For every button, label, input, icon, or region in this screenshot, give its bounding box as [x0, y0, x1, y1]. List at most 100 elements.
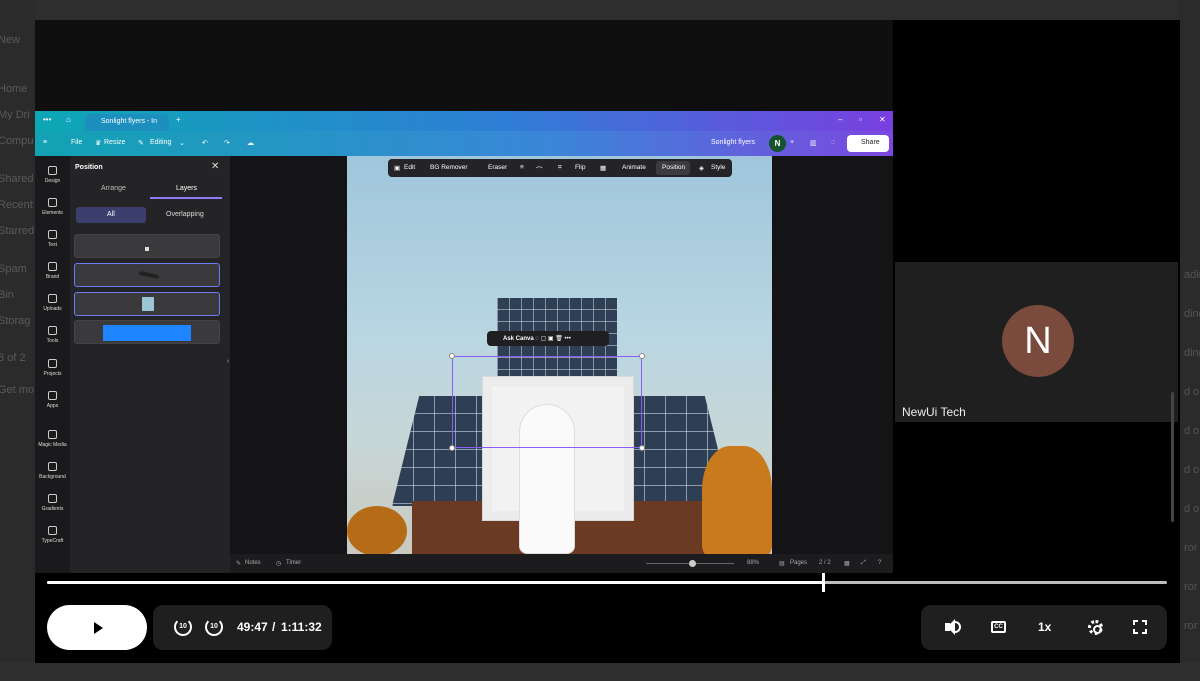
captions-button[interactable]: CC — [991, 621, 1006, 633]
bg-item: My Dri — [0, 109, 30, 121]
layer-thumb — [145, 247, 149, 251]
pages-icon: ▤ — [779, 561, 785, 567]
background-right: ading ding ding d o d o d o d o ror c ro… — [1178, 0, 1200, 681]
rail-typecraft: TypeCraft — [35, 526, 70, 544]
avatar: N — [1002, 305, 1074, 377]
resize-handle — [449, 353, 455, 359]
add-icon: + — [790, 139, 795, 146]
tool-flip: Flip — [575, 164, 586, 171]
user-avatar: N — [769, 135, 786, 152]
artboard: Ask Canva ◌ ▢ ▣ 🗑 ••• — [347, 156, 772, 554]
menu-dots-icon: ••• — [43, 115, 52, 124]
cloud-icon: ☁ — [247, 140, 254, 147]
scrollbar[interactable] — [1171, 392, 1174, 522]
crop-icon: ⌗ — [558, 164, 562, 171]
typecraft-icon — [48, 526, 57, 535]
background-icon — [48, 462, 57, 471]
participants-area: N NewUi Tech — [893, 20, 1180, 573]
bg-item: ror c — [1184, 620, 1200, 632]
filter-all: All — [76, 207, 146, 223]
zoom-level: 88% — [747, 560, 760, 566]
pencil-icon: ✎ — [138, 140, 144, 147]
canvas-stage: Ask Canva ◌ ▢ ▣ 🗑 ••• ▣ Edit BG Remover … — [230, 156, 893, 573]
design-icon — [48, 166, 57, 175]
video-player[interactable]: ••• ⌂ Sonlight flyers - In + – ▫ ✕ ≡ Fil… — [35, 20, 1180, 663]
bg-item: d o — [1184, 464, 1200, 476]
tool-animate: Animate — [622, 164, 646, 171]
settings-icon[interactable] — [1088, 620, 1103, 635]
transparency-icon: ▦ — [600, 165, 607, 172]
doc-title: Sonlight flyers — [711, 139, 755, 146]
rail-background: Background — [35, 462, 70, 480]
rail-label: Gradients — [41, 506, 64, 512]
tool-bg-remover: BG Remover — [430, 164, 468, 171]
rail-label: Uploads — [43, 306, 62, 312]
fullscreen-icon[interactable] — [1133, 620, 1147, 634]
layer-item — [74, 263, 220, 287]
rail-elements: Elements — [35, 198, 70, 216]
lines-icon: ≡ — [520, 164, 524, 171]
seek-thumb[interactable] — [822, 573, 825, 592]
floating-toolbar: ▣ Edit BG Remover Eraser ≡ ⌒ ⌗ Flip ▦ An… — [388, 159, 732, 177]
background-top — [0, 0, 1200, 20]
tree — [702, 446, 772, 554]
redo-icon: ↷ — [224, 140, 230, 147]
rail-projects: Projects — [35, 359, 70, 377]
chevron-down-icon: ⌄ — [179, 140, 185, 147]
rail-label: Design — [44, 178, 61, 184]
current-time: 49:47 — [237, 620, 268, 634]
tab-title: Sonlight flyers - In — [101, 118, 158, 125]
canva-tab-bar: ••• ⌂ Sonlight flyers - In + – ▫ ✕ — [35, 111, 893, 131]
participant-name: NewUi Tech — [902, 405, 966, 419]
background-bottom — [0, 662, 1200, 681]
rail-magic-media: Magic Media — [35, 430, 70, 448]
background-sidebar: New Home My Dri Compu Shared Recent Star… — [0, 0, 36, 681]
timer-button: Timer — [286, 560, 302, 566]
bg-item: Compu — [0, 135, 34, 147]
maximize-icon: ▫ — [859, 115, 862, 124]
letterbox-top — [35, 20, 893, 111]
magic-media-icon — [48, 430, 57, 439]
edit-icon: ▣ — [394, 165, 401, 172]
video-area[interactable]: ••• ⌂ Sonlight flyers - In + – ▫ ✕ ≡ Fil… — [35, 20, 893, 573]
bg-item: 8 of 2 — [0, 352, 26, 364]
layer-item — [74, 292, 220, 316]
participant-tile[interactable]: N NewUi Tech — [895, 262, 1178, 422]
hamburger-icon: ≡ — [43, 139, 48, 146]
bg-item: New — [0, 34, 21, 46]
rail-label: Tools — [46, 338, 59, 344]
undo-icon: ↶ — [202, 140, 208, 147]
bg-item: Starred — [0, 225, 35, 237]
resize-icon: ♛ — [95, 140, 102, 147]
position-panel: Position ✕ Arrange Layers All Overlappin… — [70, 156, 230, 573]
play-button[interactable] — [47, 605, 147, 650]
rail-label: Projects — [43, 371, 62, 377]
notes-icon: ✎ — [236, 561, 242, 567]
rail-label: Brand — [45, 274, 60, 280]
layer-thumb — [103, 325, 191, 341]
skip-back-icon[interactable]: 10 — [174, 618, 192, 636]
filter-all-label: All — [107, 211, 115, 218]
canva-toolbar: ≡ File ♛ Resize ✎ Editing ⌄ ↶ ↷ ☁ Sonlig… — [35, 131, 893, 156]
rail-label: Text — [47, 242, 58, 248]
bg-item: Bin — [0, 289, 14, 301]
text-icon — [48, 230, 57, 239]
playback-speed-button[interactable]: 1x — [1038, 620, 1051, 634]
tool-edit: Edit — [404, 164, 416, 171]
skip-forward-icon[interactable]: 10 — [205, 618, 223, 636]
bg-item: Spam — [0, 263, 27, 275]
rail-text: Text — [35, 230, 70, 248]
brand-icon — [48, 262, 57, 271]
bg-item: d o — [1184, 425, 1200, 437]
resize-handle — [639, 445, 645, 451]
bg-item: ror c — [1184, 581, 1200, 593]
expand-icon: ⤢ — [861, 560, 866, 566]
bg-item: d o — [1184, 386, 1200, 398]
player-controls-right: CC 1x — [921, 605, 1167, 650]
tab-indicator — [150, 197, 222, 199]
grid-icon: ▦ — [844, 561, 850, 567]
curve-icon: ⌒ — [536, 167, 543, 174]
new-tab-icon: + — [176, 115, 181, 124]
layer-thumb — [142, 297, 154, 311]
browser-tab: Sonlight flyers - In — [85, 114, 169, 131]
